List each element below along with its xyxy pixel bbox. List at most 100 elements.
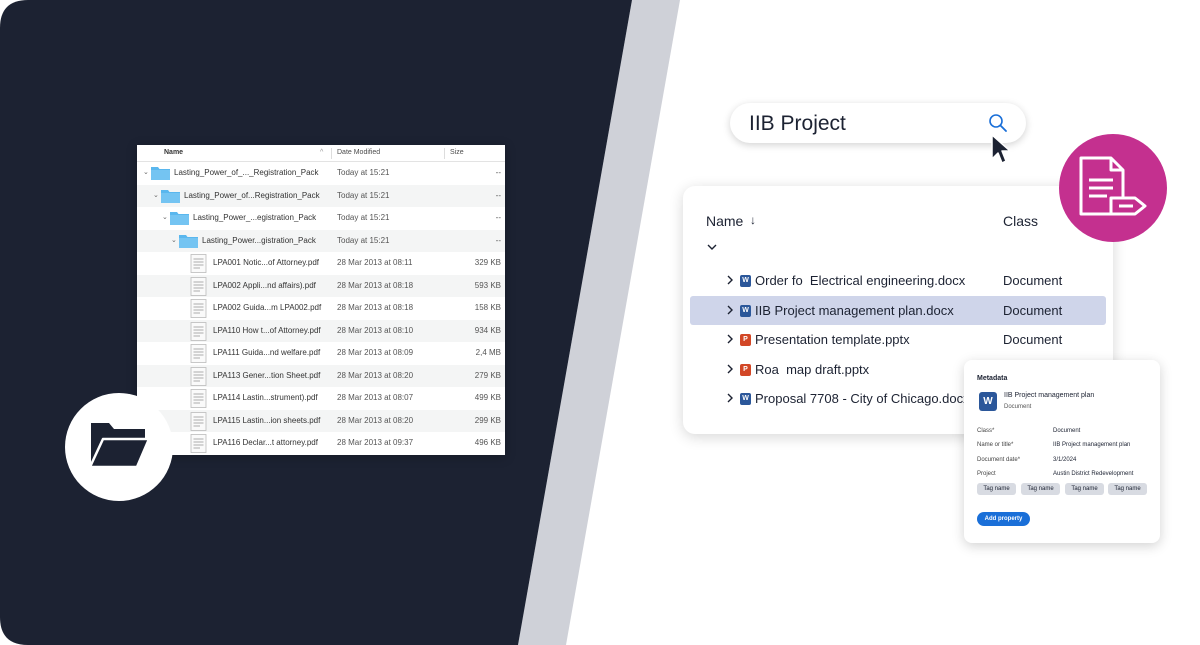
file-name: LPA111 Guida...nd welfare.pdf xyxy=(213,348,321,357)
sort-chevron-icon[interactable]: ^ xyxy=(320,149,323,156)
date-modified: 28 Mar 2013 at 08:20 xyxy=(337,370,414,380)
date-modified: Today at 15:21 xyxy=(337,235,390,245)
folder-row[interactable]: ⌄ Lasting_Power_of_..._Registration_Pack T… xyxy=(137,162,505,185)
property-value-class[interactable]: Document xyxy=(1053,428,1080,434)
finder-header: Name ^ Date Modified Size xyxy=(137,145,505,162)
chevron-down-icon[interactable] xyxy=(707,243,717,251)
word-file-icon: W xyxy=(979,392,997,411)
file-row[interactable]: LPA116 Declar...t attorney.pdf 28 Mar 201… xyxy=(137,432,505,455)
open-folder-icon xyxy=(88,423,151,469)
sort-arrow-down-icon[interactable]: ↓ xyxy=(750,213,756,227)
file-row[interactable]: LPA002 Guida...m LPA002.pdf 28 Mar 2013 a… xyxy=(137,297,505,320)
file-name: LPA114 Lastin...strument).pdf xyxy=(213,393,318,402)
search-icon[interactable] xyxy=(988,113,1008,133)
result-row[interactable]: P Presentation template.pptx Document xyxy=(690,325,1106,354)
mouse-pointer-icon xyxy=(991,134,1011,164)
tag-chip[interactable]: Tag name xyxy=(977,483,1016,495)
file-row[interactable]: LPA001 Notic...of Attorney.pdf 28 Mar 201… xyxy=(137,252,505,275)
date-modified: 28 Mar 2013 at 08:07 xyxy=(337,393,414,402)
results-class-header[interactable]: Class xyxy=(1003,213,1038,229)
date-modified: 28 Mar 2013 at 08:11 xyxy=(337,258,413,267)
result-name: Roa map draft.pptx xyxy=(755,361,870,377)
result-class: Document xyxy=(1003,302,1063,318)
date-modified: 28 Mar 2013 at 08:09 xyxy=(337,348,414,357)
folder-icon xyxy=(151,167,170,180)
disclosure-chevron-icon[interactable]: ⌄ xyxy=(162,213,168,221)
pdf-file-icon xyxy=(190,321,207,341)
date-modified: 28 Mar 2013 at 08:20 xyxy=(337,415,414,425)
date-modified: Today at 15:21 xyxy=(337,168,390,177)
metadata-file-name: IIB Project management plan xyxy=(1004,392,1095,399)
column-divider[interactable] xyxy=(331,148,332,159)
file-size: 934 KB xyxy=(474,325,501,335)
file-row[interactable]: LPA115 Lastin...ion sheets.pdf 28 Mar 201… xyxy=(137,409,505,432)
result-row[interactable]: W Order fo Electrical engineering.docx Doc… xyxy=(690,266,1106,295)
file-size: 593 KB xyxy=(474,280,501,290)
disclosure-chevron-icon[interactable]: ⌄ xyxy=(153,191,159,199)
file-row[interactable]: LPA114 Lastin...strument).pdf 28 Mar 2013… xyxy=(137,387,505,410)
pdf-file-icon xyxy=(190,344,207,363)
name-column-header[interactable]: Name xyxy=(164,149,183,156)
file-size: 299 KB xyxy=(474,415,501,425)
property-label-date: Document date* xyxy=(977,457,1021,463)
file-size: 329 KB xyxy=(474,258,501,267)
disclosure-chevron-icon[interactable]: ⌄ xyxy=(143,168,149,176)
folder-icon xyxy=(179,234,198,248)
property-value-date[interactable]: 3/1/2024 xyxy=(1053,457,1076,463)
chevron-right-icon[interactable] xyxy=(726,304,734,316)
chevron-right-icon[interactable] xyxy=(726,274,734,286)
chevron-right-icon[interactable] xyxy=(726,392,734,404)
pdf-file-icon xyxy=(190,366,207,386)
pdf-file-icon xyxy=(190,411,207,431)
folder-icon xyxy=(170,212,189,225)
chevron-right-icon[interactable] xyxy=(726,333,734,345)
disclosure-chevron-icon[interactable]: ⌄ xyxy=(171,236,177,244)
pdf-file-icon xyxy=(190,389,207,408)
document-tag-icon xyxy=(1079,156,1147,216)
result-name: Order fo Electrical engineering.docx xyxy=(755,273,966,288)
results-name-header[interactable]: Name xyxy=(706,213,743,229)
metadata-panel: Metadata W IIB Project management plan D… xyxy=(964,360,1160,543)
file-name: Lasting_Power...gistration_Pack xyxy=(202,235,316,245)
size-column-header[interactable]: Size xyxy=(450,149,464,156)
file-row[interactable]: LPA111 Guida...nd welfare.pdf 28 Mar 2013… xyxy=(137,342,505,365)
file-row[interactable]: LPA113 Gener...tion Sheet.pdf 28 Mar 2013… xyxy=(137,364,505,387)
folder-row[interactable]: ⌄ Lasting_Power_...egistration_Pack Today … xyxy=(137,207,505,230)
file-size: 496 KB xyxy=(474,438,501,447)
search-input[interactable]: IIB Project xyxy=(749,112,846,136)
result-class: Document xyxy=(1003,273,1063,288)
file-row[interactable]: LPA110 How t...of Attorney.pdf 28 Mar 201… xyxy=(137,319,505,342)
file-name: Lasting_Power_of_..._Registration_Pack xyxy=(174,168,319,177)
file-size: -- xyxy=(495,213,501,222)
file-name: LPA002 Appli...nd affairs).pdf xyxy=(213,280,316,290)
date-modified: 28 Mar 2013 at 08:18 xyxy=(337,303,414,312)
chevron-right-icon[interactable] xyxy=(726,363,734,375)
tag-chip[interactable]: Tag name xyxy=(1065,483,1104,495)
file-size: -- xyxy=(495,168,501,177)
property-value-project[interactable]: Austin District Redevelopment xyxy=(1053,471,1133,477)
file-name: LPA113 Gener...tion Sheet.pdf xyxy=(213,370,321,380)
folder-row[interactable]: ⌄ Lasting_Power_of...Registration_Pack Tod… xyxy=(137,184,505,207)
file-size: 158 KB xyxy=(474,303,501,312)
search-bar[interactable]: IIB Project xyxy=(730,103,1026,143)
file-name: LPA002 Guida...m LPA002.pdf xyxy=(213,303,322,312)
result-row[interactable]: W IIB Project management plan.docx Documen… xyxy=(690,295,1106,325)
column-divider[interactable] xyxy=(444,148,445,159)
powerpoint-file-icon: P xyxy=(740,334,751,346)
date-column-header[interactable]: Date Modified xyxy=(337,149,380,156)
file-name: LPA110 How t...of Attorney.pdf xyxy=(213,325,321,335)
date-modified: 28 Mar 2013 at 08:10 xyxy=(337,325,414,335)
tag-chip[interactable]: Tag name xyxy=(1021,483,1060,495)
file-name: Lasting_Power_...egistration_Pack xyxy=(193,213,317,222)
date-modified: 28 Mar 2013 at 08:18 xyxy=(337,280,414,290)
date-modified: Today at 15:21 xyxy=(337,190,390,200)
result-name: IIB Project management plan.docx xyxy=(755,302,954,318)
property-value-name[interactable]: IIB Project management plan xyxy=(1053,442,1130,448)
metadata-file-type: Document xyxy=(1004,404,1032,410)
file-row[interactable]: LPA002 Appli...nd affairs).pdf 28 Mar 201… xyxy=(137,274,505,297)
property-label-name: Name or title* xyxy=(977,442,1014,448)
finder-window: Name ^ Date Modified Size ⌄ Lasting_Power… xyxy=(137,145,505,455)
add-property-button[interactable]: Add property xyxy=(977,512,1030,526)
tag-chip[interactable]: Tag name xyxy=(1108,483,1147,495)
folder-row[interactable]: ⌄ Lasting_Power...gistration_Pack Today at… xyxy=(137,229,505,252)
